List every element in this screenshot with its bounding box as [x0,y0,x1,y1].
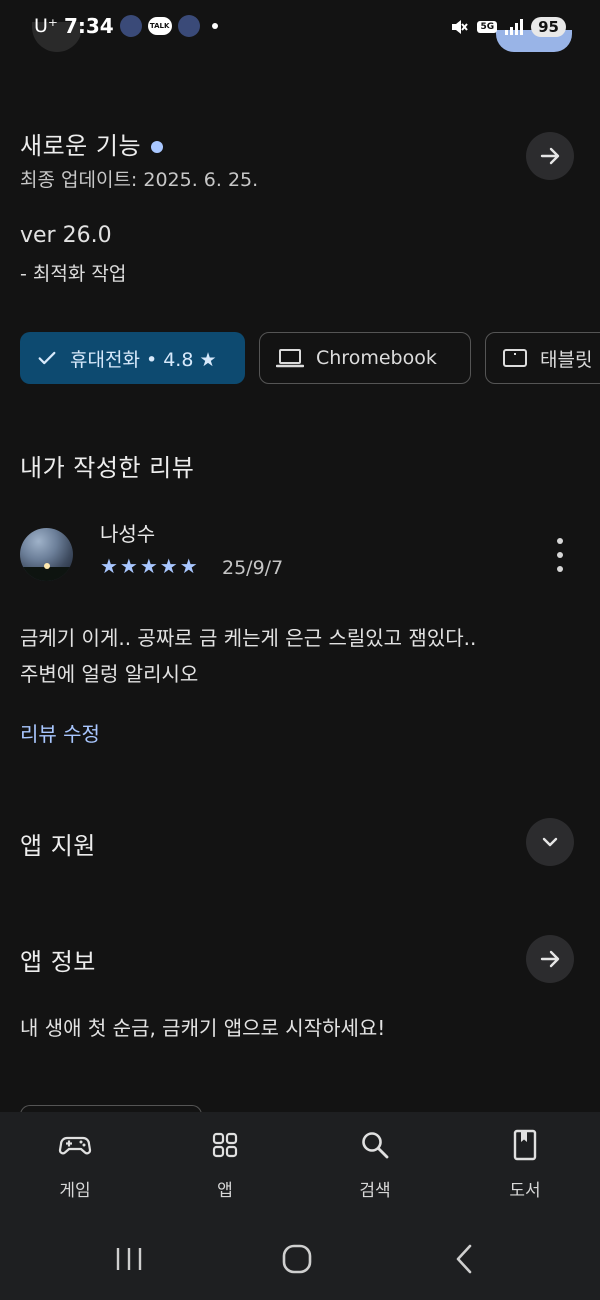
reviewer-name: 나성수 [100,522,156,546]
edit-review-link[interactable]: 리뷰 수정 [20,718,100,747]
signal-icon [505,19,524,35]
status-right: 5G 95 [449,17,566,37]
tablet-icon [503,349,527,367]
review-text-line: 금케기 이게.. 공짜로 금 케는게 은근 스릴있고 잼있다.. [20,626,477,650]
app-info-arrow-button[interactable] [526,935,574,983]
my-review-heading: 내가 작성한 리뷰 [20,454,195,482]
app-description: 내 생애 첫 순금, 금캐기 앱으로 시작하세요! [20,1016,386,1040]
nav-apps[interactable]: 앱 [175,1128,275,1201]
device-chip-tablet[interactable]: 태블릿 [485,332,600,384]
clock: 7:34 [63,14,114,38]
app-info-title: 앱 정보 [20,948,96,976]
release-note: - 최적화 작업 [20,263,127,285]
book-icon [513,1129,537,1161]
apps-grid-icon [212,1132,238,1158]
gamepad-icon [58,1136,92,1155]
review-date: 25/9/7 [222,557,284,579]
carrier-label: U⁺ [34,15,58,37]
app-notification-icon [119,15,142,37]
check-icon [38,351,56,365]
device-chip-phone[interactable]: 휴대전화 • 4.8 ★ [20,332,245,384]
laptop-icon [276,349,304,368]
nav-books-label: 도서 [509,1181,541,1201]
app-support-expand-button[interactable] [526,818,574,866]
network-5g-icon: 5G [477,21,498,33]
whats-new-title-text: 새로운 기능 [20,132,142,160]
nav-games-label: 게임 [59,1181,91,1201]
chevron-down-icon [542,837,558,847]
app-details-page: U⁺ 7:34 TALK 5G 95 새로운 기능 최종 업데이트: 2025.… [0,0,600,1300]
nav-games[interactable]: 게임 [25,1128,125,1201]
device-chip-chromebook-label: Chromebook [316,347,437,369]
device-chip-phone-label: 휴대전화 • 4.8 ★ [70,348,217,371]
review-text: 금케기 이게.. 공짜로 금 케는게 은근 스릴있고 잼있다.. 주변에 얼렁 … [20,620,580,692]
arrow-right-icon [540,950,560,968]
mute-icon [452,20,469,34]
kakaotalk-icon: TALK [147,17,172,35]
new-indicator-dot [151,141,164,153]
whats-new-title: 새로운 기능 [20,126,164,161]
recent-apps-icon[interactable] [114,1242,144,1276]
star-rating: ★★★★★ [100,554,200,578]
last-updated: 최종 업데이트: 2025. 6. 25. [20,169,259,191]
whats-new-arrow-button[interactable] [526,132,574,180]
app-support-title: 앱 지원 [20,832,96,860]
nav-search[interactable]: 검색 [325,1128,425,1201]
more-notifications-icon [211,23,218,29]
status-bar: U⁺ 7:34 TALK 5G 95 [0,0,600,60]
version-label: ver 26.0 [20,223,112,248]
more-options-icon[interactable] [546,538,574,572]
nav-search-label: 검색 [359,1181,391,1201]
search-icon [362,1132,389,1159]
back-icon[interactable] [452,1242,478,1276]
home-icon[interactable] [280,1242,314,1276]
nav-books[interactable]: 도서 [475,1128,575,1201]
battery-indicator: 95 [531,17,566,37]
arrow-right-icon [540,147,560,165]
status-left: U⁺ 7:34 TALK [34,14,218,38]
device-chip-chromebook[interactable]: Chromebook [259,332,471,384]
review-text-line: 주변에 얼렁 알리시오 [20,662,199,686]
device-chip-tablet-label: 태블릿 [540,348,593,371]
nav-apps-label: 앱 [217,1181,233,1201]
reviewer-avatar [20,528,73,581]
app-notification-icon [177,15,200,37]
